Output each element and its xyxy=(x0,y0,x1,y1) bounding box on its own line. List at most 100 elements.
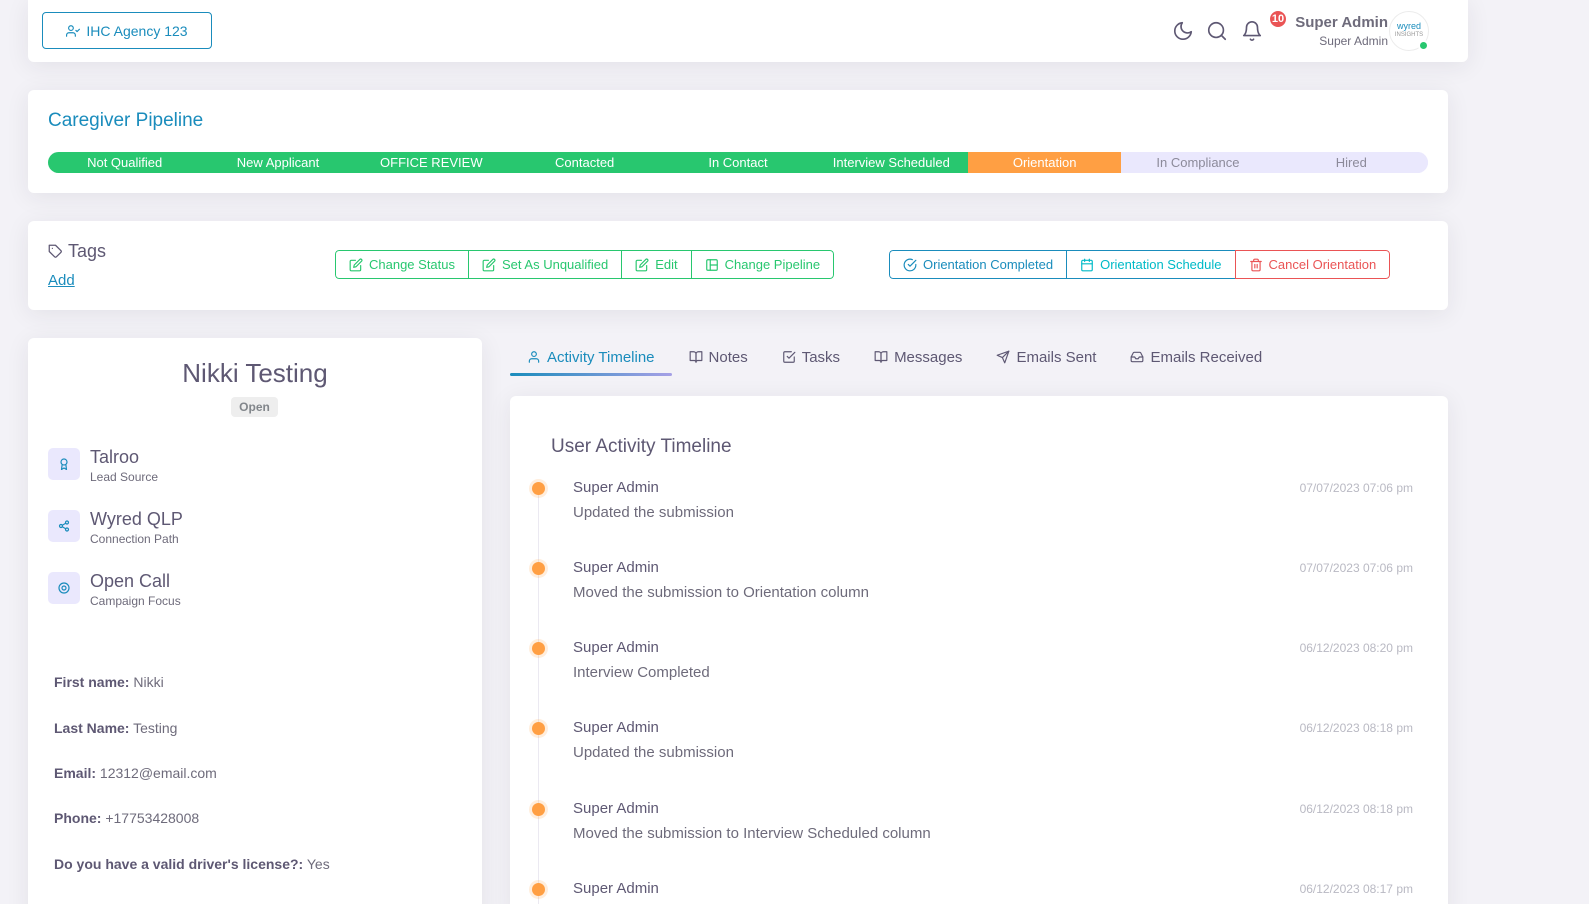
status-badge: Open xyxy=(231,397,278,417)
pipeline-stage-new-applicant[interactable]: New Applicant xyxy=(201,152,355,173)
user-name[interactable]: Super Admin xyxy=(1295,14,1388,31)
orientation-schedule-button[interactable]: Orientation Schedule xyxy=(1066,250,1236,279)
campaign-focus-label: Campaign Focus xyxy=(90,594,181,608)
tab-label: Messages xyxy=(894,348,963,366)
edit-icon xyxy=(482,258,496,272)
timeline-title: User Activity Timeline xyxy=(551,436,732,457)
timeline-dot xyxy=(532,803,545,816)
top-navbar: IHC Agency 123 10 Super Admin Super Admi… xyxy=(28,0,1468,62)
user-check-icon xyxy=(66,24,81,38)
profile-name: Nikki Testing xyxy=(182,358,328,388)
pipeline-stage-not-qualified[interactable]: Not Qualified xyxy=(48,152,202,173)
timeline-time: 06/12/2023 08:18 pm xyxy=(1299,802,1413,816)
pipeline-progress-bar: Not Qualified New Applicant OFFICE REVIEW C… xyxy=(48,152,1428,173)
cancel-orientation-button[interactable]: Cancel Orientation xyxy=(1234,250,1391,279)
check-circle-icon xyxy=(903,258,917,272)
timeline-dot xyxy=(532,642,545,655)
pipeline-stage-interview-scheduled[interactable]: Interview Scheduled xyxy=(814,152,968,173)
edit-icon xyxy=(349,258,363,272)
info-connection-path: Wyred QLP Connection Path xyxy=(48,508,183,546)
set-unqualified-button[interactable]: Set As Unqualified xyxy=(468,250,623,279)
moon-icon[interactable] xyxy=(1172,20,1194,42)
timeline-dot xyxy=(532,562,545,575)
check-square-icon xyxy=(782,350,796,364)
info-campaign-focus: Open Call Campaign Focus xyxy=(48,570,181,608)
activity-timeline-card: User Activity Timeline Super Admin 07/07… xyxy=(510,396,1448,904)
online-status-dot xyxy=(1418,40,1429,51)
field-value: 12312@email.com xyxy=(99,765,217,781)
tab-label: Emails Received xyxy=(1150,348,1263,366)
orientation-completed-label: Orientation Completed xyxy=(923,257,1054,272)
field-label: Phone: xyxy=(54,810,102,826)
campaign-focus-value: Open Call xyxy=(90,571,171,591)
field-phone: Phone: +17753428008 xyxy=(54,810,199,826)
info-lead-source: Talroo Lead Source xyxy=(48,446,158,484)
book-open-icon xyxy=(874,350,888,364)
timeline-desc: Moved the submission to Interview Schedu… xyxy=(573,825,931,842)
timeline-time: 06/12/2023 08:18 pm xyxy=(1299,721,1413,735)
connection-path-label: Connection Path xyxy=(90,532,179,546)
timeline-dot xyxy=(532,883,545,896)
inbox-icon xyxy=(1130,350,1144,364)
orientation-completed-button[interactable]: Orientation Completed xyxy=(889,250,1068,279)
tab-notes[interactable]: Notes xyxy=(672,338,765,376)
timeline-desc: Updated the submission xyxy=(573,504,734,521)
change-pipeline-button[interactable]: Change Pipeline xyxy=(690,250,835,279)
pipeline-stage-in-contact[interactable]: In Contact xyxy=(661,152,815,173)
timeline-item: Super Admin 06/12/2023 08:18 pm Moved th… xyxy=(510,800,1448,860)
edit-button[interactable]: Edit xyxy=(621,250,692,279)
timeline-item: Super Admin 07/07/2023 07:06 pm Updated … xyxy=(510,479,1448,539)
send-icon xyxy=(996,350,1010,364)
field-last-name: Last Name: Testing xyxy=(54,720,177,736)
pipeline-stage-orientation[interactable]: Orientation xyxy=(967,152,1122,173)
change-status-button[interactable]: Change Status xyxy=(335,250,470,279)
timeline-time: 06/12/2023 08:20 pm xyxy=(1299,641,1413,655)
search-icon[interactable] xyxy=(1206,20,1228,42)
field-value: Yes xyxy=(306,856,330,872)
tab-emails-received[interactable]: Emails Received xyxy=(1113,338,1279,376)
user-role: Super Admin xyxy=(1319,34,1388,48)
timeline-time: 06/12/2023 08:17 pm xyxy=(1299,882,1413,896)
tags-heading: Tags xyxy=(48,241,106,262)
target-icon xyxy=(48,572,80,604)
tab-label: Notes xyxy=(708,348,748,366)
field-value: Nikki xyxy=(133,674,164,690)
timeline-user: Super Admin xyxy=(573,479,659,496)
timeline-desc: Moved the submission to Orientation colu… xyxy=(573,584,869,601)
add-tag-link[interactable]: Add xyxy=(48,272,75,289)
pipeline-stage-in-compliance[interactable]: In Compliance xyxy=(1121,152,1275,173)
pipeline-stage-office-review[interactable]: OFFICE REVIEW xyxy=(354,152,508,173)
orientation-action-group: Orientation Completed Orientation Schedu… xyxy=(889,250,1391,279)
detail-tabs: Activity Timeline Notes Tasks Messages E… xyxy=(510,338,1279,376)
agency-selector-button[interactable]: IHC Agency 123 xyxy=(42,12,212,49)
award-icon xyxy=(48,448,80,480)
tab-emails-sent[interactable]: Emails Sent xyxy=(979,338,1113,376)
status-action-group: Change Status Set As Unqualified Edit Ch… xyxy=(335,250,835,279)
set-unqualified-label: Set As Unqualified xyxy=(502,257,609,272)
tab-label: Emails Sent xyxy=(1016,348,1097,366)
tab-messages[interactable]: Messages xyxy=(857,338,979,376)
change-status-label: Change Status xyxy=(369,257,456,272)
field-label: First name: xyxy=(54,674,130,690)
tab-tasks[interactable]: Tasks xyxy=(765,338,857,376)
timeline-dot xyxy=(532,722,545,735)
field-first-name: First name: Nikki xyxy=(54,674,164,690)
trash-icon xyxy=(1249,258,1263,272)
timeline-user: Super Admin xyxy=(573,800,659,817)
lead-source-label: Lead Source xyxy=(90,470,159,484)
lead-source-value: Talroo xyxy=(90,447,140,467)
pipeline-stage-hired[interactable]: Hired xyxy=(1274,152,1428,173)
connection-path-value: Wyred QLP xyxy=(90,509,183,529)
edit-icon xyxy=(635,258,649,272)
change-pipeline-label: Change Pipeline xyxy=(724,257,821,272)
calendar-icon xyxy=(1080,258,1094,272)
tab-activity-timeline[interactable]: Activity Timeline xyxy=(510,338,672,376)
notification-badge: 10 xyxy=(1268,9,1288,29)
avatar-logo-subtext: INSIGHTS xyxy=(1394,32,1424,38)
pipeline-stage-contacted[interactable]: Contacted xyxy=(507,152,662,173)
tab-label: Tasks xyxy=(801,348,841,366)
user-icon xyxy=(527,350,541,364)
field-value: Testing xyxy=(133,720,178,736)
bell-icon[interactable] xyxy=(1241,20,1263,42)
timeline-time: 07/07/2023 07:06 pm xyxy=(1299,561,1413,575)
